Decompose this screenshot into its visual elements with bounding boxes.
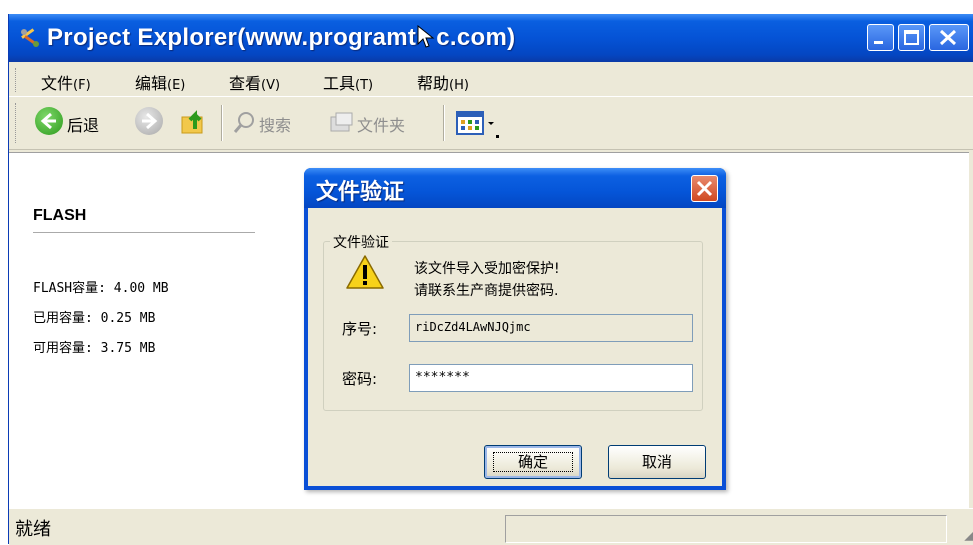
- window-title: Project Explorer(www.programt c.com): [47, 24, 516, 51]
- used-capacity-row: 已用容量: 0.25 MB: [33, 311, 156, 326]
- maximize-icon: [904, 30, 919, 45]
- search-button-label[interactable]: 搜索: [259, 112, 291, 136]
- dialog-body: 文件验证 该文件导入受加密保护! 请联系生产商提供密码. 序号: riDcZd4…: [308, 208, 722, 486]
- free-capacity-row: 可用容量: 3.75 MB: [33, 341, 156, 356]
- mouse-cursor-icon: [417, 24, 435, 48]
- panel-title: FLASH: [33, 207, 87, 224]
- menu-view[interactable]: 查看(V): [229, 70, 280, 94]
- dialog-close-button[interactable]: [691, 175, 718, 202]
- warning-icon: [345, 254, 385, 290]
- file-verify-dialog: 文件验证 文件验证 该文件导入受加密保护! 请联系生产商提供密码. 序号: ri…: [304, 168, 726, 490]
- close-icon: [696, 180, 713, 197]
- message-line-2: 请联系生产商提供密码.: [414, 283, 559, 299]
- forward-arrow-icon[interactable]: [135, 107, 163, 135]
- toolbar: 后退 搜索 文件夹: [9, 97, 973, 150]
- serial-field[interactable]: riDcZd4LAwNJQjmc: [409, 314, 693, 342]
- minimize-button[interactable]: [867, 24, 894, 51]
- back-arrow-icon[interactable]: [35, 107, 63, 135]
- toolbar-separator: [221, 105, 223, 141]
- dialog-title: 文件验证: [316, 179, 405, 205]
- views-icon[interactable]: [455, 109, 501, 143]
- menu-grip: [15, 68, 19, 92]
- ok-button[interactable]: 确定: [484, 445, 582, 479]
- menu-bar: 文件(F) 编辑(E) 查看(V) 工具(T) 帮助(H): [9, 62, 973, 97]
- dialog-title-bar[interactable]: 文件验证: [304, 168, 726, 208]
- up-folder-icon[interactable]: [179, 107, 209, 141]
- message-line-1: 该文件导入受加密保护!: [414, 261, 560, 277]
- menu-file[interactable]: 文件(F): [41, 70, 91, 94]
- flash-capacity-row: FLASH容量: 4.00 MB: [33, 281, 169, 296]
- password-field[interactable]: *******: [409, 364, 693, 392]
- status-pane: [505, 515, 947, 543]
- menu-help[interactable]: 帮助(H): [417, 70, 469, 94]
- back-button-label[interactable]: 后退: [67, 112, 99, 136]
- title-bar[interactable]: Project Explorer(www.programt c.com): [9, 14, 973, 62]
- menu-edit[interactable]: 编辑(E): [135, 70, 185, 94]
- close-icon: [939, 29, 957, 46]
- menu-tools[interactable]: 工具(T): [323, 70, 373, 94]
- search-icon[interactable]: [233, 111, 257, 139]
- status-text: 就绪: [15, 519, 51, 540]
- status-bar: 就绪 ◢: [9, 508, 973, 545]
- serial-label: 序号:: [342, 320, 378, 338]
- password-label: 密码:: [342, 370, 378, 388]
- group-label: 文件验证: [330, 232, 392, 252]
- minimize-icon: [874, 41, 883, 44]
- maximize-button[interactable]: [898, 24, 925, 51]
- panel-divider: [33, 232, 255, 233]
- close-button[interactable]: [929, 24, 969, 51]
- resize-grip-icon[interactable]: ◢: [964, 527, 973, 543]
- wrench-app-icon: [19, 28, 41, 48]
- folders-icon[interactable]: [329, 111, 355, 139]
- cancel-button[interactable]: 取消: [608, 445, 706, 479]
- folders-button-label[interactable]: 文件夹: [357, 112, 405, 136]
- toolbar-grip: [15, 103, 19, 143]
- toolbar-separator-2: [443, 105, 445, 141]
